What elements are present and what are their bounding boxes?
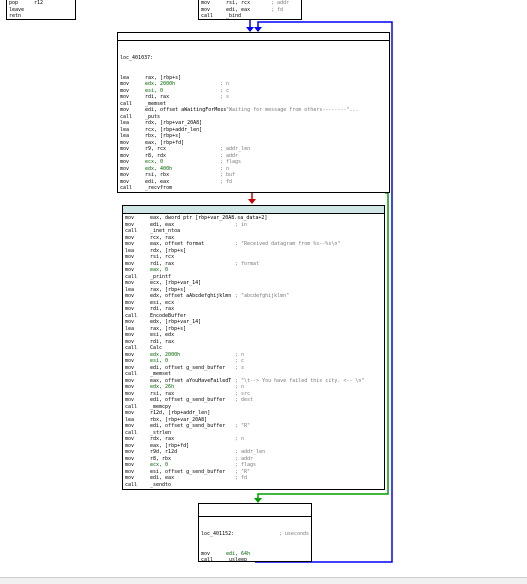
node-top-left[interactable]: pop r12 leave retn [6,0,76,20]
asm-comment: ; in [235,221,248,228]
asm-comment: ; fd [271,6,284,13]
asm-line[interactable]: call _bind [201,13,299,19]
node-code: mov eax, dword ptr [rbp+var_20A8.sa_data+… [123,214,384,489]
node-header [118,33,389,41]
asm-comment: ; dest [235,397,254,403]
asm-mnemonic: call [201,557,214,562]
node-header [123,206,384,214]
asm-mnemonic: mov [120,192,145,193]
asm-line[interactable]: retn [9,13,73,19]
node-loc-401152[interactable]: loc_401152: ; useconds mov edi, 64h call _u… [198,503,312,562]
asm-comment: ; fd [220,178,233,185]
asm-comment: ; s [235,364,245,371]
block-label: loc_401152: ; useconds [201,531,309,537]
block-label: loc_401037: [120,55,154,61]
asm-operands: _usleep [226,557,248,562]
asm-comment: ; s [220,94,230,100]
asm-comment: ; "Received datagram from %s--%s\n" [235,241,341,247]
asm-comment: ; fd [235,475,248,481]
asm-comment: ; "\t--> You have failed this city. <-- … [235,377,365,384]
asm-operands: _sendto [150,481,172,488]
arrow-head [248,199,256,204]
asm-line[interactable]: call _usleep [201,557,309,562]
asm-operands: _bind [226,13,242,19]
asm-comment: ; "R" [235,423,251,429]
node-block-main-body[interactable]: mov eax, dword ptr [rbp+var_20A8.sa_data+… [122,205,385,490]
asm-comment: ; format [235,260,260,267]
node-code: loc_401037: lea rax, [rbp+s] mov edx, 2000h… [118,41,389,193]
asm-mnemonic: retn [9,13,22,19]
asm-operands: [rbp+var_14], eax [145,192,220,193]
asm-line[interactable]: call _sendto [125,482,382,489]
asm-mnemonic: call [125,481,138,488]
asm-operands [34,13,64,19]
asm-comment: ; "Waiting for message from others------… [220,107,359,113]
node-header [199,504,311,517]
node-code: mov rsi, rcx; addr mov edi, eax; fd call _bin… [199,0,301,19]
node-code: pop r12 leave retn [7,0,75,19]
node-top-mid[interactable]: mov rsi, rcx; addr mov edi, eax; fd call _bin… [198,0,302,20]
node-loc-401037[interactable]: loc_401037: lea rax, [rbp+s] mov edx, 2000h… [117,32,390,193]
node-code: loc_401152: ; useconds mov edi, 64h call _u… [199,517,311,562]
asm-comment: ; "abcdefghijklmn" [235,293,290,299]
asm-mnemonic: call [201,13,214,19]
asm-line[interactable]: mov[rbp+var_14], eax [120,192,387,193]
asm-comment: ; n [235,436,245,442]
